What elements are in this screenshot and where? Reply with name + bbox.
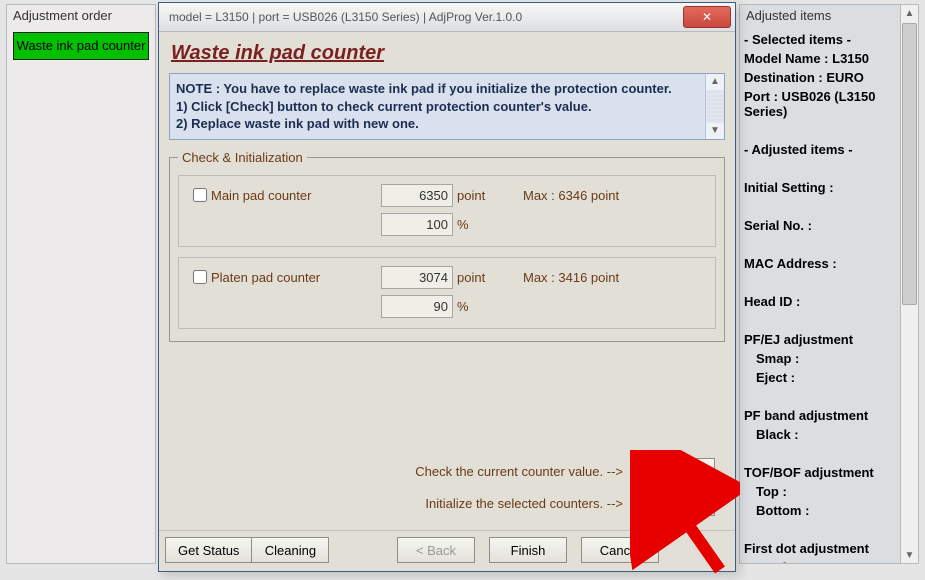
adjusted-item-line [744, 199, 896, 214]
finish-button[interactable]: Finish [489, 537, 567, 563]
adjusted-items-list: - Selected items - Model Name : L3150 Dest… [740, 26, 900, 563]
check-init-group: Check & Initialization Main pad counter … [169, 150, 725, 342]
note-scrollbar[interactable]: ▲ ▼ [705, 74, 724, 139]
adjusted-item-line: Black : [744, 427, 896, 442]
scroll-up-icon[interactable]: ▲ [901, 5, 918, 21]
adjusted-item-line [744, 389, 896, 404]
dialog-bottom-bar: Get Status Cleaning < Back Finish Cancel [159, 530, 735, 571]
main-pad-max: Max : 6346 point [503, 188, 653, 203]
get-status-button[interactable]: Get Status [165, 537, 251, 563]
check-button[interactable]: Check [637, 458, 715, 484]
adjusted-item-line: First dot adjustment [744, 541, 896, 556]
point-unit: point [453, 270, 503, 285]
adjusted-item-line: Eject : [744, 370, 896, 385]
adjusted-items-panel: Adjusted items - Selected items - Model N… [739, 4, 919, 564]
scrollbar-thumb[interactable] [902, 23, 917, 305]
adjustment-order-title: Adjustment order [7, 5, 155, 26]
adjusted-item-line [744, 446, 896, 461]
point-unit: point [453, 188, 503, 203]
dialog-window: model = L3150 | port = USB026 (L3150 Ser… [158, 2, 736, 572]
note-box: NOTE : You have to replace waste ink pad… [169, 73, 725, 140]
adjusted-item-line: Port : USB026 (L3150 Series) [744, 89, 896, 119]
titlebar[interactable]: model = L3150 | port = USB026 (L3150 Ser… [159, 3, 735, 32]
adjusted-item-line [744, 123, 896, 138]
note-line: 2) Replace waste ink pad with new one. [176, 115, 700, 133]
adjusted-item-line [744, 161, 896, 176]
initialize-hint-text: Initialize the selected counters. --> [425, 496, 623, 511]
note-line: 1) Click [Check] button to check current… [176, 98, 700, 116]
main-pad-point-field: 6350 [381, 184, 453, 207]
platen-pad-point-field: 3074 [381, 266, 453, 289]
order-item-label: Waste ink pad counter [17, 38, 146, 53]
adjusted-item-line: Top : [744, 484, 896, 499]
percent-unit: % [453, 217, 503, 232]
adjustment-order-panel: Adjustment order Waste ink pad counter [6, 4, 156, 564]
adjusted-item-line [744, 275, 896, 290]
check-hint-text: Check the current counter value. --> [415, 464, 623, 479]
adjusted-item-line: Smap : [744, 351, 896, 366]
initialize-button[interactable]: Initialize [637, 490, 715, 516]
right-scrollbar[interactable]: ▲ ▼ [900, 5, 918, 563]
back-button: < Back [397, 537, 475, 563]
page-heading: Waste ink pad counter [171, 42, 725, 65]
platen-pad-checkbox[interactable] [193, 270, 207, 284]
main-pad-percent-field: 100 [381, 213, 453, 236]
adjusted-item-line: Destination : EURO [744, 70, 896, 85]
adjusted-item-line: - Adjusted items - [744, 142, 896, 157]
cleaning-button[interactable]: Cleaning [251, 537, 329, 563]
adjusted-item-line: Model Name : L3150 [744, 51, 896, 66]
action-rows: Check the current counter value. --> Che… [169, 436, 725, 526]
platen-pad-percent-field: 90 [381, 295, 453, 318]
adjusted-items-title: Adjusted items [740, 5, 900, 26]
adjusted-item-line: Bottom : [744, 503, 896, 518]
order-item-waste-ink-pad[interactable]: Waste ink pad counter [13, 32, 149, 60]
scroll-up-icon[interactable]: ▲ [706, 74, 724, 90]
cancel-button[interactable]: Cancel [581, 537, 659, 563]
scrollbar-thumb[interactable] [706, 90, 724, 123]
adjusted-item-line: Head ID : [744, 294, 896, 309]
scroll-down-icon[interactable]: ▼ [901, 547, 918, 563]
close-icon: ✕ [702, 10, 712, 24]
titlebar-text: model = L3150 | port = USB026 (L3150 Ser… [169, 10, 683, 24]
main-pad-label: Main pad counter [211, 188, 381, 203]
main-pad-checkbox[interactable] [193, 188, 207, 202]
adjusted-item-line: - Selected items - [744, 32, 896, 47]
adjusted-item-line [744, 313, 896, 328]
adjusted-item-line: PF band adjustment [744, 408, 896, 423]
group-legend: Check & Initialization [178, 150, 307, 165]
adjusted-item-line: Initial Setting : [744, 180, 896, 195]
percent-unit: % [453, 299, 503, 314]
platen-pad-max: Max : 3416 point [503, 270, 653, 285]
adjusted-item-line [744, 237, 896, 252]
adjusted-item-line: 1st dot : [744, 560, 896, 563]
adjusted-item-line: PF/EJ adjustment [744, 332, 896, 347]
close-button[interactable]: ✕ [683, 6, 731, 28]
adjusted-item-line: MAC Address : [744, 256, 896, 271]
adjusted-item-line [744, 522, 896, 537]
platen-pad-counter-box: Platen pad counter 3074 point Max : 3416… [178, 257, 716, 329]
adjusted-item-line: TOF/BOF adjustment [744, 465, 896, 480]
note-line: NOTE : You have to replace waste ink pad… [176, 80, 700, 98]
platen-pad-label: Platen pad counter [211, 270, 381, 285]
adjusted-item-line: Serial No. : [744, 218, 896, 233]
main-pad-counter-box: Main pad counter 6350 point Max : 6346 p… [178, 175, 716, 247]
scroll-down-icon[interactable]: ▼ [706, 123, 724, 139]
